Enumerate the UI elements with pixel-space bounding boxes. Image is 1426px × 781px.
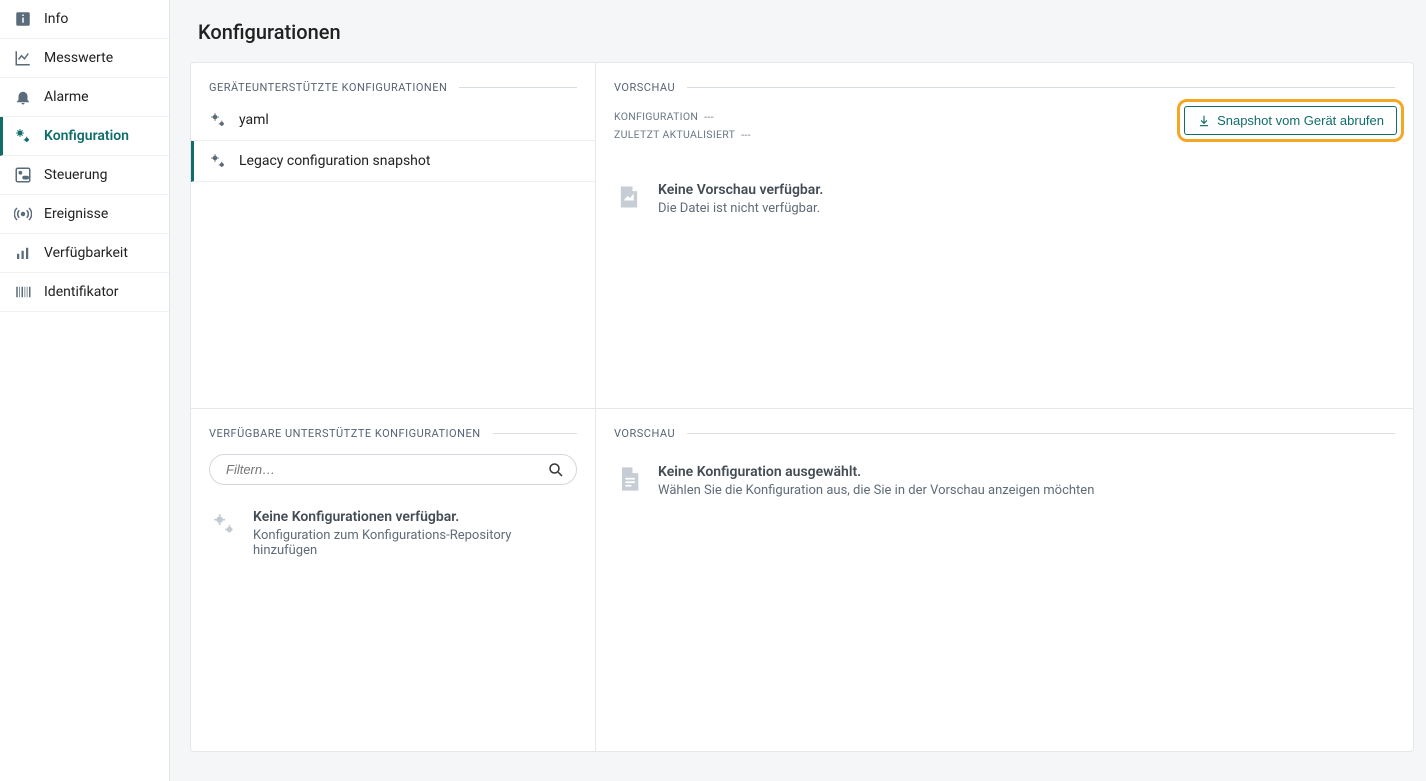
sidebar-item-events[interactable]: Ereignisse xyxy=(0,195,169,234)
line-chart-icon xyxy=(14,49,32,67)
sidebar-item-control[interactable]: Steuerung xyxy=(0,156,169,195)
sidebar-item-label: Info xyxy=(44,11,68,27)
meta-updated-value: --- xyxy=(741,128,751,141)
bar-chart-icon xyxy=(14,244,32,262)
broadcast-icon xyxy=(14,205,32,223)
gears-icon xyxy=(209,509,239,539)
sidebar-item-label: Verfügbarkeit xyxy=(44,245,128,261)
header-line xyxy=(493,433,577,434)
gears-icon xyxy=(14,127,32,145)
preview-top-empty-title: Keine Vorschau verfügbar. xyxy=(658,182,823,198)
header-line xyxy=(687,433,1395,434)
gears-icon xyxy=(209,151,229,171)
download-icon xyxy=(1197,114,1211,128)
preview-top-empty-text: Die Datei ist nicht verfügbar. xyxy=(658,201,823,216)
available-section: VERFÜGBARE UNTERSTÜTZTE KONFIGURATIONEN xyxy=(191,408,595,751)
preview-bottom-empty-text: Wählen Sie die Konfiguration aus, die Si… xyxy=(658,483,1094,498)
sidebar-item-label: Identifikator xyxy=(44,284,118,300)
right-column: VORSCHAU KONFIGURATION --- ZULETZT AKTUA… xyxy=(596,63,1413,751)
meta-updated-label: ZULETZT AKTUALISIERT xyxy=(614,128,735,141)
config-item-label: Legacy configuration snapshot xyxy=(239,153,430,169)
meta-config-label: KONFIGURATION xyxy=(614,110,698,123)
filter-wrap xyxy=(191,446,595,491)
available-empty: Keine Konfigurationen verfügbar. Konfigu… xyxy=(191,491,595,558)
file-text-icon xyxy=(614,464,644,494)
config-item-label: yaml xyxy=(239,112,269,128)
sidebar-item-info[interactable]: Info xyxy=(0,0,169,39)
sidebar-item-alarms[interactable]: Alarme xyxy=(0,78,169,117)
preview-top-section: VORSCHAU KONFIGURATION --- ZULETZT AKTUA… xyxy=(596,63,1413,408)
bell-icon xyxy=(14,88,32,106)
config-item-yaml[interactable]: yaml xyxy=(191,100,595,141)
snapshot-button-label: Snapshot vom Gerät abrufen xyxy=(1217,113,1384,128)
main-content: Konfigurationen GERÄTEUNTERSTÜTZTE KONFI… xyxy=(170,0,1426,781)
meta-config-value: --- xyxy=(704,110,714,123)
available-empty-text: Konfiguration zum Konfigurations-Reposit… xyxy=(253,528,577,558)
supported-section: GERÄTEUNTERSTÜTZTE KONFIGURATIONEN yaml xyxy=(191,63,595,408)
preview-top-empty: Keine Vorschau verfügbar. Die Datei ist … xyxy=(596,164,1413,216)
left-column: GERÄTEUNTERSTÜTZTE KONFIGURATIONEN yaml xyxy=(191,63,596,751)
control-panel-icon xyxy=(14,166,32,184)
sidebar-item-identifier[interactable]: Identifikator xyxy=(0,273,169,312)
configurations-card: GERÄTEUNTERSTÜTZTE KONFIGURATIONEN yaml xyxy=(190,62,1414,752)
preview-meta: KONFIGURATION --- ZULETZT AKTUALISIERT -… xyxy=(596,100,1413,146)
snapshot-button[interactable]: Snapshot vom Gerät abrufen xyxy=(1184,106,1397,135)
preview-bottom-empty-title: Keine Konfiguration ausgewählt. xyxy=(658,464,1094,480)
sidebar-item-availability[interactable]: Verfügbarkeit xyxy=(0,234,169,273)
search-icon[interactable] xyxy=(547,461,565,479)
sidebar-item-label: Konfiguration xyxy=(44,128,129,144)
config-item-legacy[interactable]: Legacy configuration snapshot xyxy=(191,141,595,182)
sidebar-item-measurements[interactable]: Messwerte xyxy=(0,39,169,78)
section-header-label: GERÄTEUNTERSTÜTZTE KONFIGURATIONEN xyxy=(209,81,447,94)
image-broken-icon xyxy=(614,182,644,212)
sidebar-item-label: Alarme xyxy=(44,89,89,105)
preview-bottom-header: VORSCHAU xyxy=(596,409,1413,446)
sidebar-item-label: Ereignisse xyxy=(44,206,108,222)
available-empty-title: Keine Konfigurationen verfügbar. xyxy=(253,509,577,525)
preview-bottom-empty: Keine Konfiguration ausgewählt. Wählen S… xyxy=(596,446,1413,498)
barcode-icon xyxy=(14,283,32,301)
header-line xyxy=(459,87,577,88)
sidebar-item-label: Messwerte xyxy=(44,50,113,66)
page-title: Konfigurationen xyxy=(198,20,1414,44)
gears-icon xyxy=(209,110,229,130)
preview-bottom-section: VORSCHAU Keine Konfiguration ausgewählt.… xyxy=(596,408,1413,751)
sidebar-item-label: Steuerung xyxy=(44,167,108,183)
supported-header: GERÄTEUNTERSTÜTZTE KONFIGURATIONEN xyxy=(191,63,595,100)
sidebar-item-configuration[interactable]: Konfiguration xyxy=(0,117,169,156)
header-line xyxy=(687,87,1395,88)
section-header-label: VORSCHAU xyxy=(614,81,675,94)
filter-input[interactable] xyxy=(209,454,577,485)
preview-top-header: VORSCHAU xyxy=(596,63,1413,100)
sidebar: Info Messwerte Alarme Konfiguration Steu… xyxy=(0,0,170,781)
info-square-icon xyxy=(14,10,32,28)
section-header-label: VORSCHAU xyxy=(614,427,675,440)
section-header-label: VERFÜGBARE UNTERSTÜTZTE KONFIGURATIONEN xyxy=(209,427,481,440)
available-header: VERFÜGBARE UNTERSTÜTZTE KONFIGURATIONEN xyxy=(191,409,595,446)
